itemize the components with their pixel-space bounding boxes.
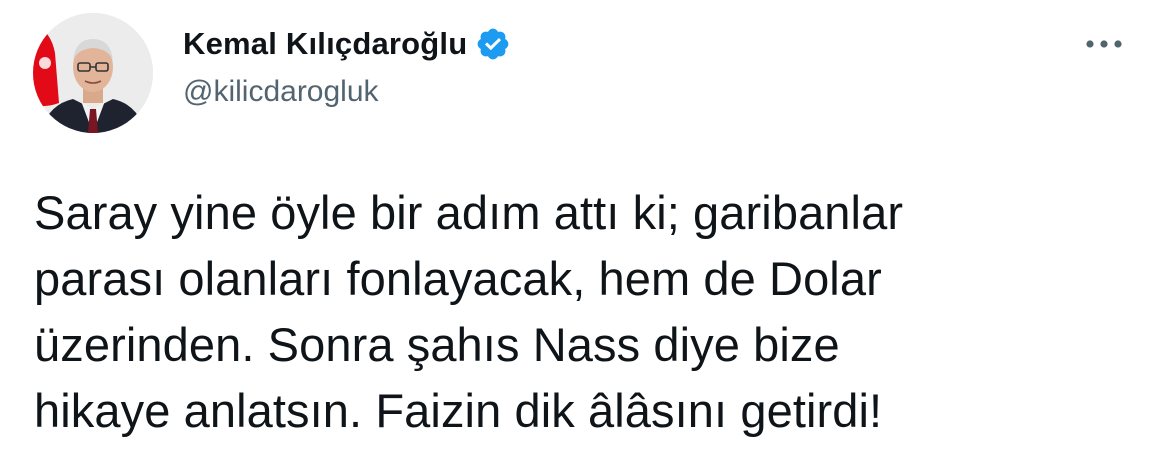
- tweet-text-line: parası olanları fonlayacak, hem de Dolar: [34, 252, 882, 305]
- verified-badge-icon: [475, 26, 511, 62]
- more-horizontal-icon: [1086, 40, 1122, 48]
- tweet-text-line: Saray yine öyle bir adım attı ki; gariba…: [34, 186, 904, 239]
- tweet-text-line: üzerinden. Sonra şahıs Nass diye bize: [34, 318, 840, 371]
- avatar[interactable]: [33, 13, 153, 133]
- author-name-row: Kemal Kılıçdaroğlu: [183, 24, 511, 64]
- profile-photo-icon: [33, 13, 153, 133]
- tweet-text: Saray yine öyle bir adım attı ki; gariba…: [34, 180, 1134, 444]
- more-options-button[interactable]: [1078, 24, 1130, 64]
- tweet-text-line: hikaye anlatsın. Faizin dik âlâsını geti…: [34, 384, 883, 437]
- author-name[interactable]: Kemal Kılıçdaroğlu: [183, 26, 467, 62]
- tweet-card: Kemal Kılıçdaroğlu @kilicdarogluk Saray …: [0, 0, 1155, 458]
- author-handle[interactable]: @kilicdarogluk: [183, 75, 379, 109]
